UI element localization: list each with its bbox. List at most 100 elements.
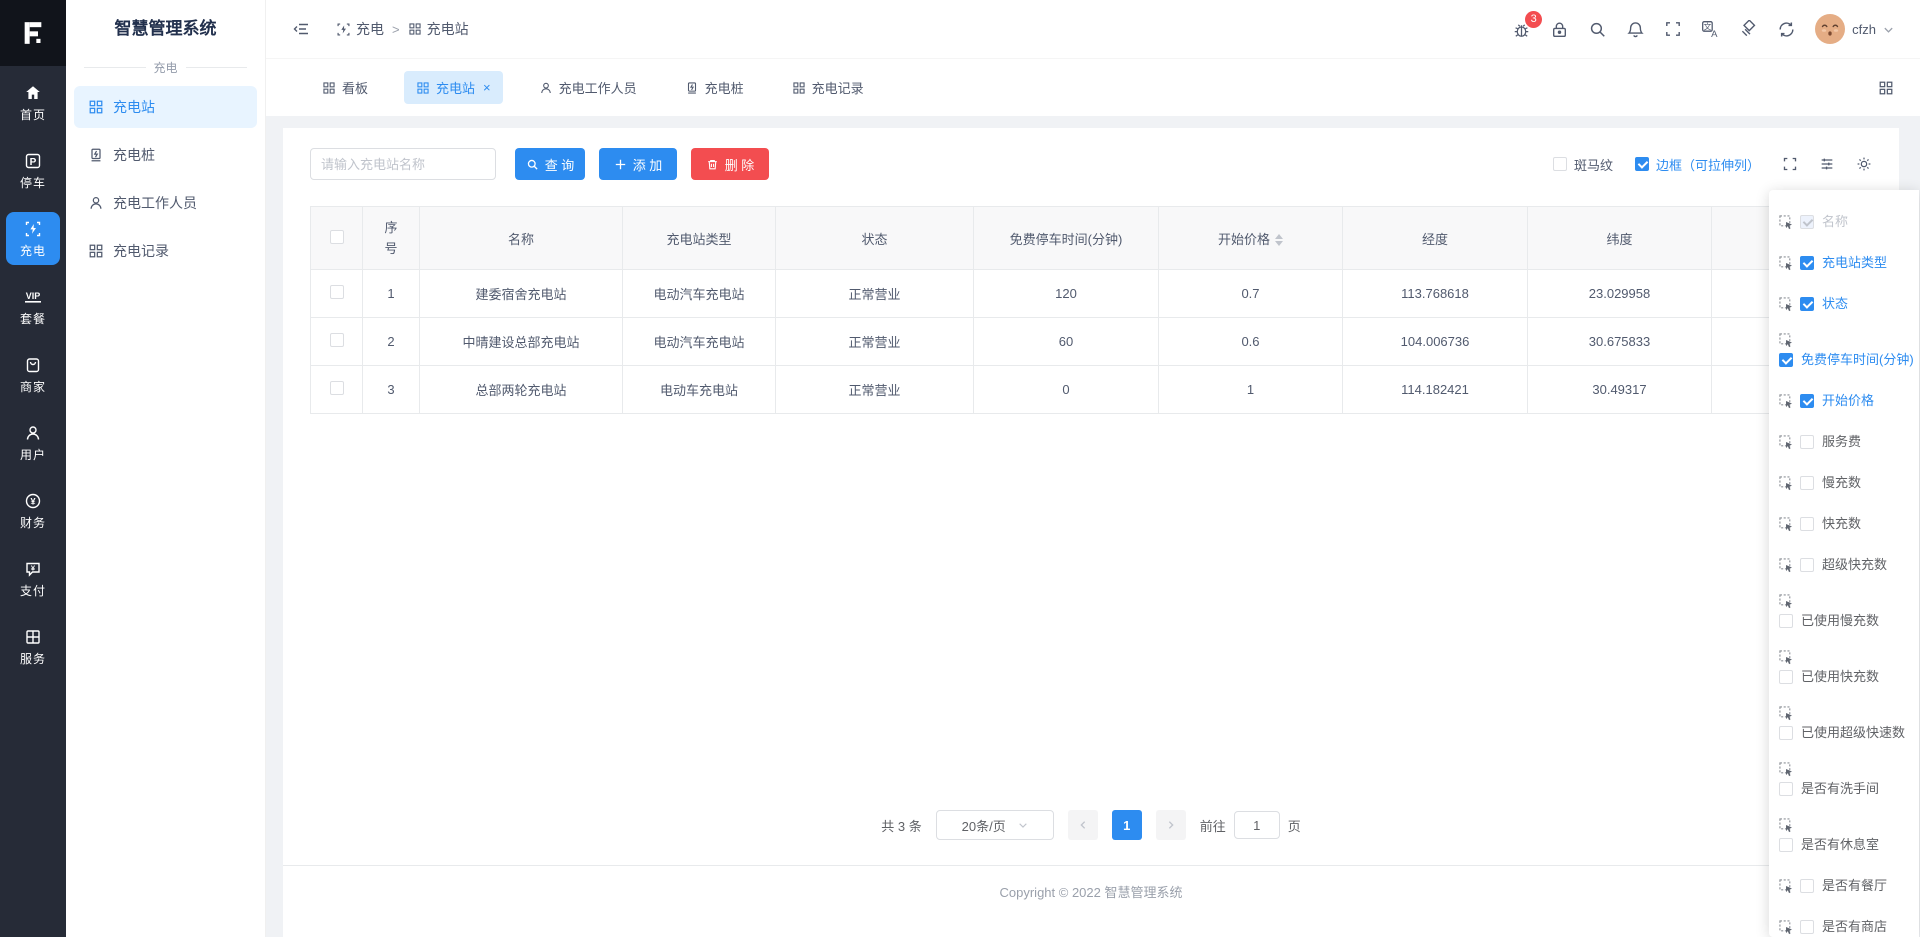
column-checkbox[interactable] xyxy=(1779,726,1793,740)
refresh-icon[interactable] xyxy=(1777,20,1796,39)
sort-toggle[interactable] xyxy=(1275,234,1283,246)
rail-item-home[interactable]: 首页 xyxy=(6,76,60,129)
column-option-start-price[interactable]: 开始价格 xyxy=(1779,389,1894,413)
column-checkbox[interactable] xyxy=(1779,614,1793,628)
column-option-service-fee[interactable]: 服务费 xyxy=(1779,430,1894,454)
search-icon[interactable] xyxy=(1588,20,1607,39)
pin-column-icon[interactable] xyxy=(1779,256,1794,271)
rail-item-finance[interactable]: ¥ 财务 xyxy=(6,484,60,537)
tab-worker[interactable]: 充电工作人员 xyxy=(527,71,649,104)
column-checkbox[interactable] xyxy=(1779,782,1793,796)
rail-item-vip[interactable]: VIP 套餐 xyxy=(6,280,60,333)
pin-column-icon[interactable] xyxy=(1779,762,1794,777)
pin-column-icon[interactable] xyxy=(1779,706,1794,721)
column-checkbox[interactable] xyxy=(1800,517,1814,531)
row-checkbox[interactable] xyxy=(330,333,344,347)
prev-page-button[interactable] xyxy=(1068,810,1098,840)
tab-dashboard[interactable]: 看板 xyxy=(310,71,380,104)
add-button[interactable]: 添 加 xyxy=(599,148,677,180)
pin-column-icon[interactable] xyxy=(1779,333,1794,348)
pin-column-icon[interactable] xyxy=(1779,650,1794,665)
bug-icon[interactable]: 3 xyxy=(1512,20,1531,39)
sidebar-item-worker[interactable]: 充电工作人员 xyxy=(74,182,257,224)
sidebar-item-record[interactable]: 充电记录 xyxy=(74,230,257,272)
border-checkbox[interactable] xyxy=(1635,157,1649,171)
rail-item-shop[interactable]: 商家 xyxy=(6,348,60,401)
rail-item-user[interactable]: 用户 xyxy=(6,416,60,469)
next-page-button[interactable] xyxy=(1156,810,1186,840)
pin-column-icon[interactable] xyxy=(1779,920,1794,935)
tab-station[interactable]: 充电站 × xyxy=(404,71,503,104)
query-button[interactable]: 查 询 xyxy=(515,148,585,180)
rail-item-payment[interactable]: ¥ 支付 xyxy=(6,552,60,605)
goto-page-input[interactable] xyxy=(1234,811,1280,839)
column-checkbox[interactable] xyxy=(1800,435,1814,449)
collapse-menu-icon[interactable] xyxy=(292,20,310,38)
tags-icon[interactable] xyxy=(1739,20,1758,39)
search-input[interactable] xyxy=(310,148,496,180)
zebra-toggle[interactable]: 斑马纹 xyxy=(1553,155,1613,174)
column-option-free-parking[interactable]: 免费停车时间(分钟) xyxy=(1779,333,1894,372)
rail-item-parking[interactable]: P 停车 xyxy=(6,144,60,197)
pin-column-icon[interactable] xyxy=(1779,435,1794,450)
tab-pile[interactable]: 充电桩 xyxy=(673,71,756,104)
column-checkbox[interactable] xyxy=(1800,879,1814,893)
tab-close-icon[interactable]: × xyxy=(483,81,491,94)
pin-column-icon[interactable] xyxy=(1779,558,1794,573)
column-option-name[interactable]: 名称 xyxy=(1779,210,1894,234)
breadcrumb-charge[interactable]: 充电 xyxy=(336,19,384,39)
column-checkbox[interactable] xyxy=(1779,838,1793,852)
sidebar-item-station[interactable]: 充电站 xyxy=(74,86,257,128)
app-logo[interactable] xyxy=(0,0,66,66)
column-checkbox[interactable] xyxy=(1800,920,1814,934)
sidebar-item-pile[interactable]: 充电桩 xyxy=(74,134,257,176)
table-row[interactable]: 2 中晴建设总部充电站 电动汽车充电站 正常营业 60 0.6 104.0067… xyxy=(311,318,1900,366)
pin-column-icon[interactable] xyxy=(1779,476,1794,491)
column-checkbox[interactable] xyxy=(1800,256,1814,270)
current-page-button[interactable]: 1 xyxy=(1112,810,1142,840)
row-checkbox[interactable] xyxy=(330,381,344,395)
table-row[interactable]: 1 建委宿舍充电站 电动汽车充电站 正常营业 120 0.7 113.76861… xyxy=(311,270,1900,318)
pin-column-icon[interactable] xyxy=(1779,394,1794,409)
row-checkbox[interactable] xyxy=(330,285,344,299)
column-checkbox[interactable] xyxy=(1779,353,1793,367)
column-option-used-super[interactable]: 已使用超级快速数 xyxy=(1779,706,1894,745)
column-option-super-count[interactable]: 超级快充数 xyxy=(1779,553,1894,577)
lock-icon[interactable] xyxy=(1550,20,1569,39)
pin-column-icon[interactable] xyxy=(1779,297,1794,312)
pin-column-icon[interactable] xyxy=(1779,879,1794,894)
column-option-store[interactable]: 是否有商店 xyxy=(1779,915,1894,937)
column-option-used-fast[interactable]: 已使用快充数 xyxy=(1779,650,1894,689)
fullscreen-icon[interactable] xyxy=(1664,20,1682,38)
select-all-checkbox[interactable] xyxy=(330,230,344,244)
table-row[interactable]: 3 总部两轮充电站 电动车充电站 正常营业 0 1 114.182421 30.… xyxy=(311,366,1900,414)
pin-column-icon[interactable] xyxy=(1779,818,1794,833)
page-size-select[interactable]: 20条/页 xyxy=(936,810,1054,840)
user-menu[interactable]: cfzh xyxy=(1815,14,1894,44)
zebra-checkbox[interactable] xyxy=(1553,157,1567,171)
column-option-slow-count[interactable]: 慢充数 xyxy=(1779,471,1894,495)
column-checkbox[interactable] xyxy=(1800,476,1814,490)
column-option-fast-count[interactable]: 快充数 xyxy=(1779,512,1894,536)
pin-column-icon[interactable] xyxy=(1779,517,1794,532)
column-option-status[interactable]: 状态 xyxy=(1779,292,1894,316)
column-custom-icon[interactable] xyxy=(1819,156,1835,172)
table-fullscreen-icon[interactable] xyxy=(1782,156,1798,172)
column-option-type[interactable]: 充电站类型 xyxy=(1779,251,1894,275)
border-toggle[interactable]: 边框（可拉伸列） xyxy=(1635,155,1760,174)
column-option-restroom[interactable]: 是否有洗手间 xyxy=(1779,762,1894,801)
pin-column-icon[interactable] xyxy=(1779,215,1794,230)
pin-column-icon[interactable] xyxy=(1779,594,1794,609)
bell-icon[interactable] xyxy=(1626,20,1645,39)
tab-record[interactable]: 充电记录 xyxy=(780,71,876,104)
column-option-lounge[interactable]: 是否有休息室 xyxy=(1779,818,1894,857)
column-option-used-slow[interactable]: 已使用慢充数 xyxy=(1779,594,1894,633)
rail-item-charge[interactable]: 充电 xyxy=(6,212,60,265)
column-option-restaurant[interactable]: 是否有餐厅 xyxy=(1779,874,1894,898)
delete-button[interactable]: 删 除 xyxy=(691,148,769,180)
column-checkbox[interactable] xyxy=(1800,558,1814,572)
tab-list-icon[interactable] xyxy=(1878,80,1894,96)
gear-icon[interactable] xyxy=(1856,156,1872,172)
rail-item-service[interactable]: 服务 xyxy=(6,620,60,673)
breadcrumb-station[interactable]: 充电站 xyxy=(408,19,469,39)
